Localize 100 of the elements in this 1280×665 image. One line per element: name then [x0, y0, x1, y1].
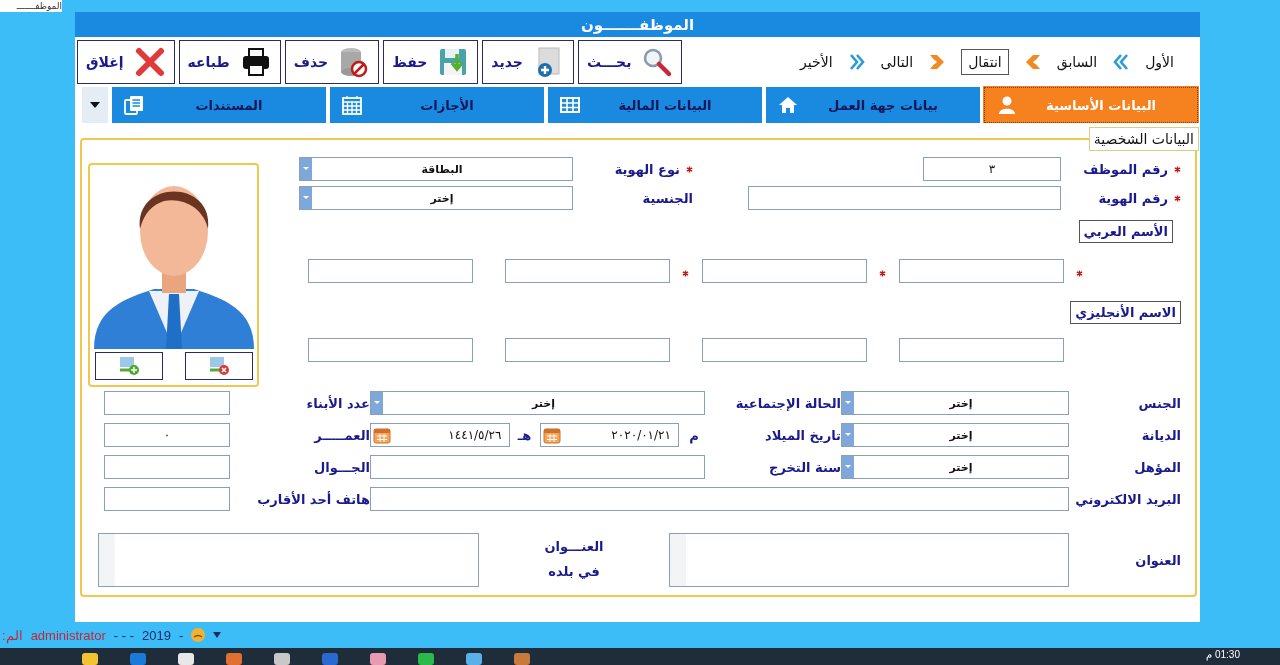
section-label: الاسم الأنجليزي	[1070, 301, 1181, 324]
dropdown-caret-icon[interactable]	[300, 158, 312, 180]
section-label: الأسم العربي	[1078, 220, 1173, 243]
documents-icon	[124, 95, 144, 115]
caret-icon[interactable]	[213, 632, 222, 638]
field-label: الجـــوال	[313, 459, 370, 475]
dropdown-caret-icon[interactable]	[842, 392, 854, 414]
toolbar-button[interactable]: جديد	[482, 40, 574, 84]
nav-link[interactable]: التالى	[880, 54, 914, 70]
field-label: عدد الأبناء	[305, 395, 370, 411]
input-field[interactable]	[370, 487, 1069, 511]
toolbar-button[interactable]: بحـــث	[577, 40, 683, 84]
input-field[interactable]	[104, 455, 230, 479]
dropdown-field[interactable]: إختر	[841, 391, 1069, 415]
toolbar-button[interactable]: إغلاق	[77, 40, 175, 84]
smiley-icon[interactable]	[191, 628, 206, 642]
name-input[interactable]	[308, 259, 473, 283]
image-add-icon	[117, 356, 140, 376]
caret-icon	[90, 102, 100, 108]
field-label: هاتف أحد الأقارب	[256, 491, 370, 507]
calendar-icon[interactable]	[373, 426, 391, 444]
field-label: سنة التخرج	[768, 459, 841, 475]
name-input[interactable]	[899, 338, 1064, 362]
name-input[interactable]	[702, 259, 867, 283]
address-textarea[interactable]	[669, 533, 1069, 587]
year-text: 2019	[142, 627, 171, 643]
clock: 01:30 م	[1206, 649, 1240, 660]
toolbar-button[interactable]: طباعه	[178, 40, 281, 84]
calendar-mark: هـ	[516, 427, 533, 443]
field-label: رقم الهوية	[1098, 190, 1168, 206]
taskbar-app-icon[interactable]	[368, 651, 388, 665]
dropdown-field[interactable]: البطاقة	[299, 157, 573, 181]
user-name: administrator	[30, 627, 106, 643]
input-field[interactable]	[370, 455, 705, 479]
field-label: البريد الالكتروني	[1074, 491, 1181, 507]
window-title: الموظفـــــــون	[75, 12, 1200, 37]
name-input[interactable]	[702, 338, 867, 362]
calendar-icon	[342, 95, 362, 115]
taskbar-app-icon[interactable]	[176, 651, 196, 665]
field-label: الديانة	[1140, 427, 1181, 443]
taskbar-app-icon[interactable]	[464, 651, 484, 665]
image-remove-icon	[207, 356, 230, 376]
dropdown-caret-icon[interactable]	[371, 392, 383, 414]
status-text: - - -	[113, 627, 134, 643]
name-input[interactable]	[308, 338, 473, 362]
dropdown-caret-icon[interactable]	[842, 424, 854, 446]
tab[interactable]: البيانات المالية	[548, 87, 762, 123]
input-field[interactable]	[748, 186, 1061, 210]
input-field[interactable]	[104, 487, 230, 511]
toolbar-button[interactable]: حذف	[284, 40, 380, 84]
input-field[interactable]: ٠	[104, 423, 230, 447]
input-field[interactable]: ٣	[923, 157, 1061, 181]
name-input[interactable]	[505, 338, 670, 362]
nav-link[interactable]: الأخير	[800, 54, 833, 70]
field-label: الجنسية	[642, 190, 693, 206]
dropdown-caret-icon[interactable]	[300, 187, 312, 209]
dropdown-field[interactable]: إختر	[841, 423, 1069, 447]
home-icon	[778, 95, 798, 115]
field-label: رقم الموظف	[1083, 161, 1168, 177]
remove-photo-button[interactable]	[184, 352, 253, 380]
field-label: العنوان	[1134, 552, 1181, 568]
address-textarea[interactable]	[98, 533, 479, 587]
window-tab[interactable]: الموظفـــــــ	[0, 0, 62, 12]
tabs-menu-button[interactable]	[82, 87, 108, 123]
dropdown-caret-icon[interactable]	[842, 456, 854, 478]
close-icon	[133, 46, 166, 78]
status-label: الم:	[2, 627, 23, 643]
field-label: العمـــــر	[312, 427, 370, 443]
person-icon	[997, 95, 1017, 115]
field-label: نوع الهوية	[614, 161, 680, 177]
taskbar-app-icon[interactable]	[416, 651, 436, 665]
field-label: تاريخ الميلاد	[764, 427, 841, 443]
dropdown-field[interactable]: إختر	[370, 391, 705, 415]
tab[interactable]: المستندات	[112, 87, 326, 123]
field-label: العنـــوان في بلده	[543, 538, 605, 581]
calendar-mark: م	[688, 427, 700, 443]
calendar-icon[interactable]	[542, 426, 561, 444]
field-label: الحالة الإجتماعية	[734, 395, 841, 411]
tab[interactable]: بيانات جهة العمل	[766, 87, 980, 123]
dropdown-field[interactable]: إختر	[299, 186, 573, 210]
status-text: -	[178, 627, 184, 643]
dropdown-field[interactable]: إختر	[841, 455, 1069, 479]
date-field[interactable]: ٢٠٢٠/٠١/٢١	[539, 423, 679, 447]
field-label: المؤهل	[1133, 459, 1181, 475]
tab[interactable]: الأجازات	[330, 87, 544, 123]
nav-link[interactable]: السابق	[1056, 54, 1098, 70]
name-input[interactable]	[899, 259, 1064, 283]
taskbar-app-icon[interactable]	[272, 651, 292, 665]
taskbar-app-icon[interactable]	[80, 651, 100, 665]
table-icon	[560, 95, 580, 115]
nav-link[interactable]: الأول	[1145, 54, 1174, 70]
nav-field[interactable]: انتقال	[961, 49, 1009, 75]
section-title: البيانات الشخصية	[1088, 127, 1199, 151]
field-label: الجنس	[1137, 395, 1181, 411]
date-field[interactable]: ١٤٤١/٥/٢٦	[370, 423, 510, 447]
name-input[interactable]	[505, 259, 670, 283]
input-field[interactable]	[104, 391, 230, 415]
search-icon	[641, 46, 674, 78]
add-photo-button[interactable]	[94, 352, 163, 380]
toolbar-button[interactable]: حفظ	[383, 40, 479, 84]
